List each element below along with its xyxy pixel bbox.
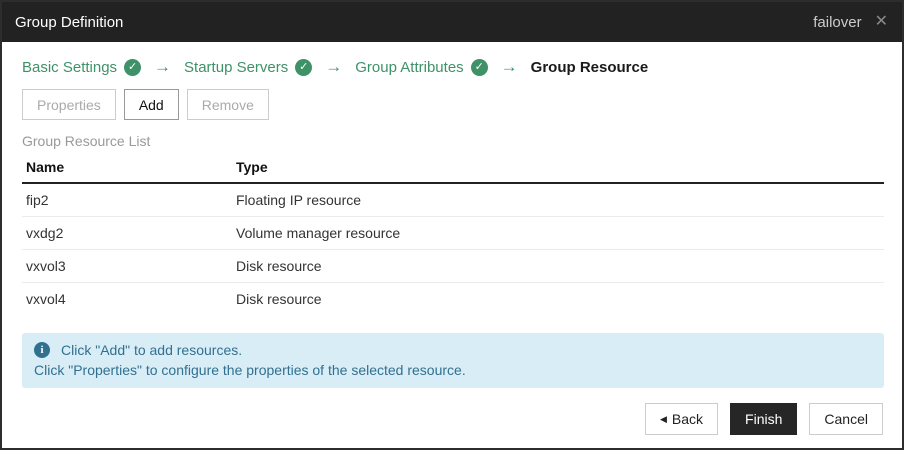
resource-toolbar: Properties Add Remove bbox=[22, 89, 884, 120]
table-row[interactable]: vxvol4 Disk resource bbox=[22, 283, 884, 316]
dialog-titlebar: Group Definition failover ✕ bbox=[2, 2, 902, 42]
resource-name-cell: vxvol3 bbox=[22, 250, 232, 283]
remove-button[interactable]: Remove bbox=[187, 89, 269, 120]
info-text-line1: Click "Add" to add resources. bbox=[61, 340, 242, 360]
close-icon[interactable]: ✕ bbox=[875, 14, 888, 30]
check-circle-icon: ✓ bbox=[124, 59, 141, 76]
resource-name-cell: fip2 bbox=[22, 183, 232, 217]
group-resource-table: Name Type fip2 Floating IP resource vxdg… bbox=[22, 154, 884, 315]
back-button[interactable]: ◀ Back bbox=[645, 403, 718, 435]
failover-context-label: failover bbox=[813, 14, 861, 31]
table-header-row: Name Type bbox=[22, 154, 884, 183]
step-label: Group Resource bbox=[531, 59, 649, 76]
titlebar-right: failover ✕ bbox=[813, 14, 888, 31]
table-row[interactable]: fip2 Floating IP resource bbox=[22, 183, 884, 217]
table-row[interactable]: vxvol3 Disk resource bbox=[22, 250, 884, 283]
dialog-footer: ◀ Back Finish Cancel bbox=[645, 403, 883, 435]
finish-button[interactable]: Finish bbox=[730, 403, 797, 435]
resource-type-cell: Disk resource bbox=[232, 250, 884, 283]
back-arrow-icon: ◀ bbox=[660, 415, 667, 424]
step-basic-settings[interactable]: Basic Settings ✓ bbox=[22, 59, 141, 76]
step-group-attributes[interactable]: Group Attributes ✓ bbox=[355, 59, 487, 76]
resource-type-cell: Disk resource bbox=[232, 283, 884, 316]
dialog-title: Group Definition bbox=[15, 14, 123, 31]
back-button-label: Back bbox=[672, 411, 703, 427]
info-text-line2: Click "Properties" to configure the prop… bbox=[34, 360, 872, 380]
arrow-right-icon: → bbox=[154, 57, 171, 77]
resource-name-cell: vxdg2 bbox=[22, 217, 232, 250]
step-label: Startup Servers bbox=[184, 59, 288, 76]
check-circle-icon: ✓ bbox=[295, 59, 312, 76]
info-alert: i Click "Add" to add resources. Click "P… bbox=[22, 333, 884, 388]
resource-name-cell: vxvol4 bbox=[22, 283, 232, 316]
dialog-content: Basic Settings ✓ → Startup Servers ✓ → G… bbox=[2, 42, 902, 388]
resource-type-cell: Floating IP resource bbox=[232, 183, 884, 217]
step-group-resource-current: Group Resource bbox=[531, 59, 656, 76]
resource-type-cell: Volume manager resource bbox=[232, 217, 884, 250]
arrow-right-icon: → bbox=[325, 57, 342, 77]
group-resource-list-caption: Group Resource List bbox=[22, 133, 884, 149]
add-button[interactable]: Add bbox=[124, 89, 179, 120]
step-label: Basic Settings bbox=[22, 59, 117, 76]
info-icon: i bbox=[34, 342, 50, 358]
arrow-right-icon: → bbox=[501, 57, 518, 77]
step-label: Group Attributes bbox=[355, 59, 463, 76]
step-startup-servers[interactable]: Startup Servers ✓ bbox=[184, 59, 312, 76]
check-circle-icon: ✓ bbox=[471, 59, 488, 76]
info-line-1: i Click "Add" to add resources. bbox=[34, 340, 872, 360]
properties-button[interactable]: Properties bbox=[22, 89, 116, 120]
cancel-button[interactable]: Cancel bbox=[809, 403, 883, 435]
wizard-steps: Basic Settings ✓ → Startup Servers ✓ → G… bbox=[22, 57, 884, 77]
column-header-type: Type bbox=[232, 154, 884, 183]
table-row[interactable]: vxdg2 Volume manager resource bbox=[22, 217, 884, 250]
group-definition-dialog: Group Definition failover ✕ Basic Settin… bbox=[0, 0, 904, 450]
column-header-name: Name bbox=[22, 154, 232, 183]
